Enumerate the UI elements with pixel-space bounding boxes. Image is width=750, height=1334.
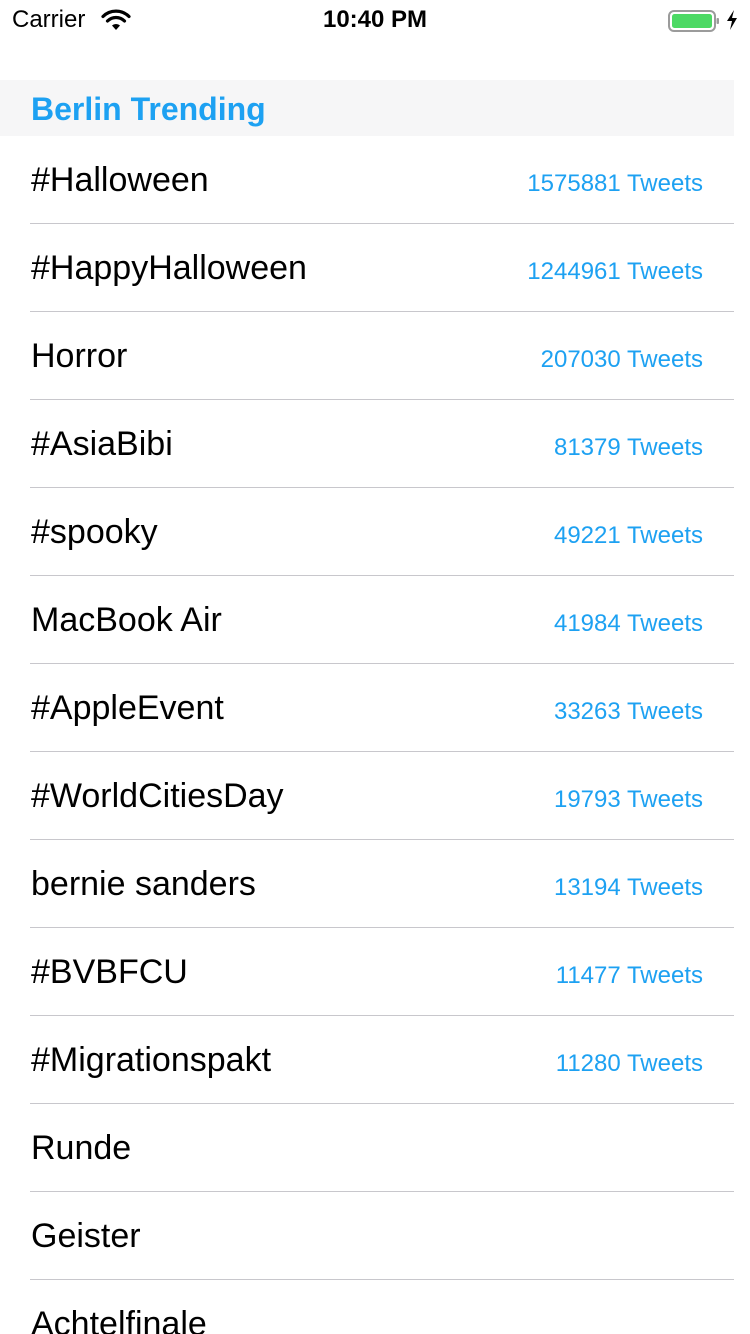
tweet-count: 41984 Tweets [553,610,703,637]
trend-name: #spooky [31,513,158,551]
trend-name: Achtelfinale [31,1305,207,1334]
trend-name: Geister [31,1217,141,1255]
section-header: Berlin Trending [0,80,734,136]
charging-bolt-icon [727,10,737,30]
tweet-count: 33263 Tweets [553,698,703,725]
tweet-count: 11280 Tweets [555,1050,703,1077]
status-bar: Carrier 10:40 PM [0,0,750,40]
list-item[interactable]: #spooky 49221 Tweets [0,488,734,576]
screen: Carrier 10:40 PM Berlin Trending #Hallow… [0,0,750,1334]
list-item[interactable]: #AsiaBibi 81379 Tweets [0,400,734,488]
list-item[interactable]: MacBook Air 41984 Tweets [0,576,734,664]
tweet-count: 207030 Tweets [540,346,703,373]
trend-name: #BVBFCU [31,953,188,991]
trend-name: bernie sanders [31,865,256,903]
trend-name: Runde [31,1129,132,1167]
trend-name: MacBook Air [31,601,222,639]
list-item[interactable]: Horror 207030 Tweets [0,312,734,400]
trend-name: #Halloween [31,161,209,199]
list-item[interactable]: #WorldCitiesDay 19793 Tweets [0,752,734,840]
trend-name: #HappyHalloween [31,249,307,287]
list-item[interactable]: #HappyHalloween 1244961 Tweets [0,224,734,312]
battery-icon [668,10,719,32]
tweet-count: 81379 Tweets [553,434,703,461]
trend-name: #AsiaBibi [31,425,173,463]
list-item[interactable]: #AppleEvent 33263 Tweets [0,664,734,752]
trend-name: #Migrationspakt [31,1041,272,1079]
tweet-count: 49221 Tweets [553,522,703,549]
tweet-count: 11477 Tweets [555,962,703,989]
clock: 10:40 PM [322,6,428,33]
tweet-count: 1575881 Tweets [527,170,703,197]
list-item[interactable]: bernie sanders 13194 Tweets [0,840,734,928]
list-item[interactable]: Achtelfinale [0,1280,734,1334]
list-item[interactable]: Runde [0,1104,734,1192]
list-item[interactable]: Geister [0,1192,734,1280]
tweet-count: 19793 Tweets [553,786,703,813]
tweet-count: 1244961 Tweets [527,258,703,285]
trend-name: Horror [31,337,128,375]
list-item[interactable]: #BVBFCU 11477 Tweets [0,928,734,1016]
section-title: Berlin Trending [31,91,266,127]
trends-list: #Halloween 1575881 Tweets #HappyHallowee… [0,136,734,1334]
trend-name: #AppleEvent [31,689,224,727]
trend-name: #WorldCitiesDay [31,777,284,815]
list-item[interactable]: #Migrationspakt 11280 Tweets [0,1016,734,1104]
tweet-count: 13194 Tweets [553,874,703,901]
list-item[interactable]: #Halloween 1575881 Tweets [0,136,734,224]
